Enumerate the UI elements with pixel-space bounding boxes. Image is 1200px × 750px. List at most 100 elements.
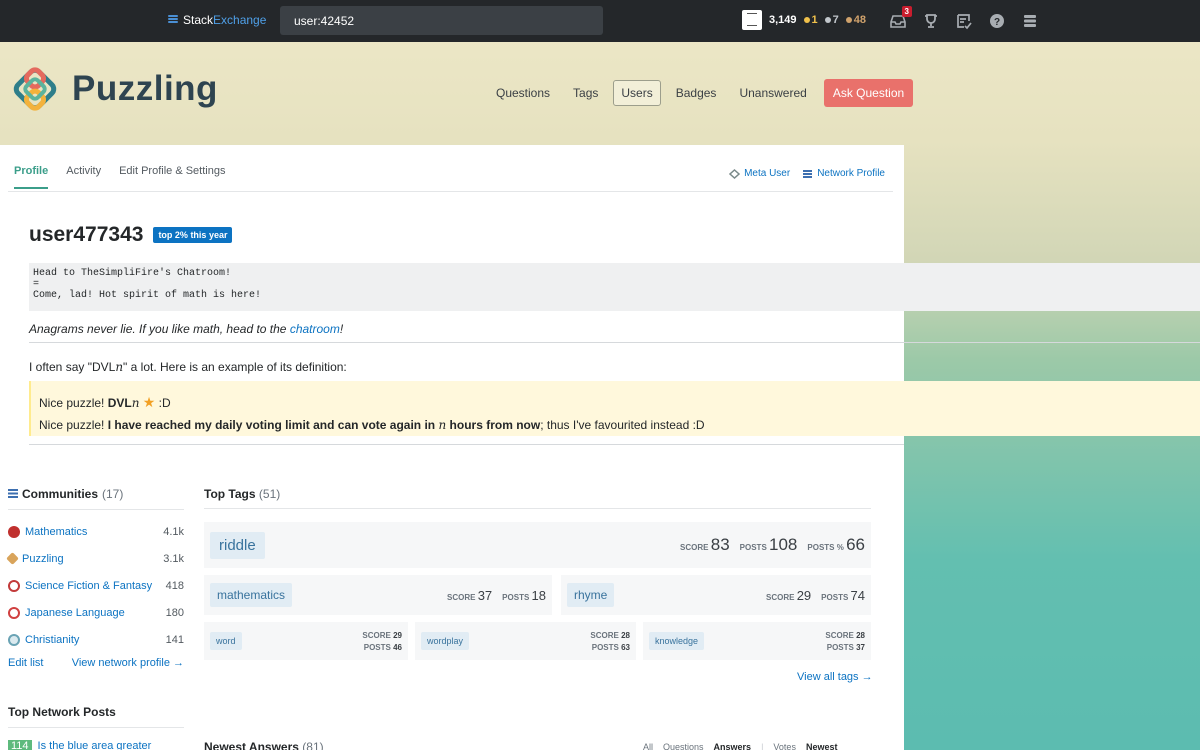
search-input[interactable] [280,6,603,35]
bq-line-2: Nice puzzle! I have reached my daily vot… [39,414,1192,436]
reputation: 3,149 [769,14,797,26]
review-icon[interactable] [954,11,974,31]
about-say-line: I often say "DVLn" a lot. Here is an exa… [29,360,347,374]
network-post-item[interactable]: 114 Is the blue area greater [8,740,151,750]
nav-users[interactable]: Users [613,80,661,106]
tag-posts: 63 [621,642,630,652]
bq1-b: DVL [107,396,132,410]
bronze-count: 48 [853,14,867,26]
top-tags-heading: Top Tags (51) [204,487,280,501]
post-title: Is the blue area greater [37,740,152,750]
tagline-text: Anagrams never lie. If you like math, he… [29,322,290,336]
profile-tabs: Profile Activity Edit Profile & Settings [14,165,225,189]
tag-stats: SCORE 29 POSTS 74 [766,588,865,603]
silver-count: 7 [832,14,839,26]
puzzling-logo-icon [13,67,57,111]
tag-card-knowledge: knowledge SCORE 28 POSTS 37 [643,622,871,660]
community-rep: 4.1k [163,525,184,538]
bronze-badges: 48 [845,14,867,26]
community-item[interactable]: Science Fiction & Fantasy 418 [8,572,184,599]
community-name: Mathematics [25,525,88,538]
community-rep: 180 [165,606,184,619]
avatar[interactable] [742,10,762,30]
say-text: I often say "DVL [29,360,116,374]
view-all-tags-link[interactable]: View all tags → [797,671,873,683]
tabs-divider [8,191,893,192]
view-network-profile-link[interactable]: View network profile → [72,657,184,669]
tab-activity[interactable]: Activity [66,165,101,189]
tag-mathematics[interactable]: mathematics [210,583,293,607]
tag-riddle[interactable]: riddle [210,531,265,559]
score-label: SCORE [680,543,709,552]
top-tags-count: (51) [258,487,281,501]
tag-posts: 37 [856,642,865,652]
tag-posts: 46 [393,642,402,652]
about-code-block: Head to TheSimpliFire's Chatroom! = Come… [29,263,1200,311]
nav-questions[interactable]: Questions [488,80,558,106]
tag-score: 29 [796,587,812,603]
communities-count: (17) [102,487,124,501]
filter-answers[interactable]: Answers [714,742,752,750]
tag-knowledge[interactable]: knowledge [649,632,705,650]
sort-newest[interactable]: Newest [806,742,838,750]
profile-links: Meta User Network Profile [729,168,885,179]
tag-wordplay[interactable]: wordplay [421,632,470,650]
sort-votes[interactable]: Votes [773,742,796,750]
nav-badges[interactable]: Badges [668,80,725,106]
tag-posts-pct: 66 [846,535,865,554]
community-item[interactable]: Puzzling 3.1k [6,545,184,572]
filter-all[interactable]: All [643,742,653,750]
say-end: " a lot. Here is an example of its defin… [123,360,347,374]
top-icons: 3 ? [888,6,1040,31]
posts-label: POSTS [826,642,854,652]
tag-posts: 18 [531,587,546,603]
bq1-a: Nice puzzle! [39,396,108,410]
meta-user-link[interactable]: Meta User [729,168,790,179]
tag-word[interactable]: word [210,632,242,650]
tag-rhyme[interactable]: rhyme [567,583,615,607]
community-item[interactable]: Japanese Language 180 [8,599,184,626]
posts-label: POSTS [739,543,767,552]
user-heading: user477343 top 2% this year [29,223,233,247]
bq1-c: :D [155,396,171,410]
site-brand[interactable]: Puzzling [8,64,218,114]
tag-card-wordplay: wordplay SCORE 28 POSTS 63 [415,622,636,660]
community-item[interactable]: Mathematics 4.1k [8,518,184,545]
network-profile-link[interactable]: Network Profile [802,168,885,179]
tab-edit-profile[interactable]: Edit Profile & Settings [119,165,225,189]
tag-score: 83 [710,535,730,554]
inbox-icon[interactable]: 3 [888,6,912,31]
score-label: SCORE [825,630,854,640]
tab-profile[interactable]: Profile [14,165,48,189]
user-rep-summary[interactable]: 3,149 1 7 48 [742,10,866,30]
chatroom-link[interactable]: chatroom [290,322,340,336]
ask-question-button[interactable]: Ask Question [823,79,914,107]
nav-unanswered[interactable]: Unanswered [731,80,814,106]
bq2-d: ; thus I've favourited instead :D [540,418,705,432]
tag-score: 28 [621,630,630,640]
edit-list-link[interactable]: Edit list [8,657,43,669]
site-switcher-icon[interactable] [1020,11,1040,31]
newest-answers-heading: Newest Answers (81) [204,740,324,750]
community-name: Christianity [25,633,80,646]
stackexchange-icon [803,169,813,178]
top-percent-badge[interactable]: top 2% this year [153,227,233,243]
about-tagline: Anagrams never lie. If you like math, he… [29,322,343,336]
top-tags-title: Top Tags [204,487,256,501]
communities-footer: Edit list View network profile → [8,657,184,669]
filter-questions[interactable]: Questions [663,742,704,750]
site-name: Puzzling [72,69,218,108]
achievements-icon[interactable] [921,11,941,31]
posts-label: POSTS [502,592,530,602]
stackexchange-icon [8,489,18,498]
community-rep: 418 [165,579,184,592]
community-item[interactable]: Christianity 141 [8,626,184,653]
help-icon[interactable]: ? [987,11,1007,31]
nav-tags[interactable]: Tags [565,80,606,106]
posts-label: POSTS [363,642,391,652]
stackexchange-logo[interactable]: Stack Exchange [168,13,266,27]
newest-title: Newest Answers [204,740,299,750]
tag-posts: 108 [769,535,798,554]
score-label: SCORE [447,592,476,602]
say-n: n [115,360,124,374]
